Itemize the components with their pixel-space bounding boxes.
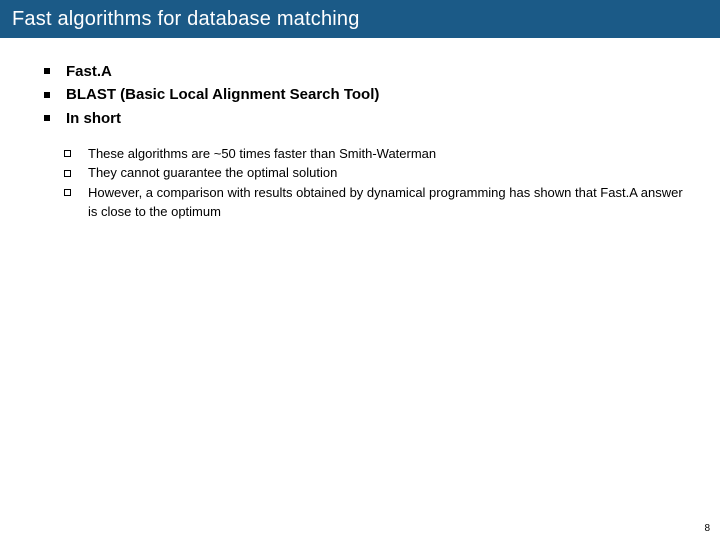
- slide-body: Fast.A BLAST (Basic Local Alignment Sear…: [0, 38, 720, 222]
- list-item-text: BLAST (Basic Local Alignment Search Tool…: [66, 86, 379, 103]
- list-item: They cannot guarantee the optimal soluti…: [64, 163, 692, 183]
- list-item: These algorithms are ~50 times faster th…: [64, 144, 692, 164]
- bullet-list-level1: Fast.A BLAST (Basic Local Alignment Sear…: [44, 60, 692, 130]
- list-item: However, a comparison with results obtai…: [64, 183, 692, 222]
- list-item-text: Fast.A: [66, 63, 112, 80]
- list-item: Fast.A: [44, 60, 692, 83]
- list-item: BLAST (Basic Local Alignment Search Tool…: [44, 83, 692, 106]
- title-bar: Fast algorithms for database matching: [0, 0, 720, 38]
- list-item-text: In short: [66, 110, 121, 127]
- list-item-text: However, a comparison with results obtai…: [88, 185, 683, 220]
- bullet-list-level2: These algorithms are ~50 times faster th…: [44, 144, 692, 222]
- page-number: 8: [704, 523, 710, 534]
- list-item: In short: [44, 107, 692, 130]
- slide: Fast algorithms for database matching Fa…: [0, 0, 720, 540]
- slide-title: Fast algorithms for database matching: [12, 8, 360, 31]
- list-item-text: They cannot guarantee the optimal soluti…: [88, 165, 337, 180]
- list-item-text: These algorithms are ~50 times faster th…: [88, 146, 436, 161]
